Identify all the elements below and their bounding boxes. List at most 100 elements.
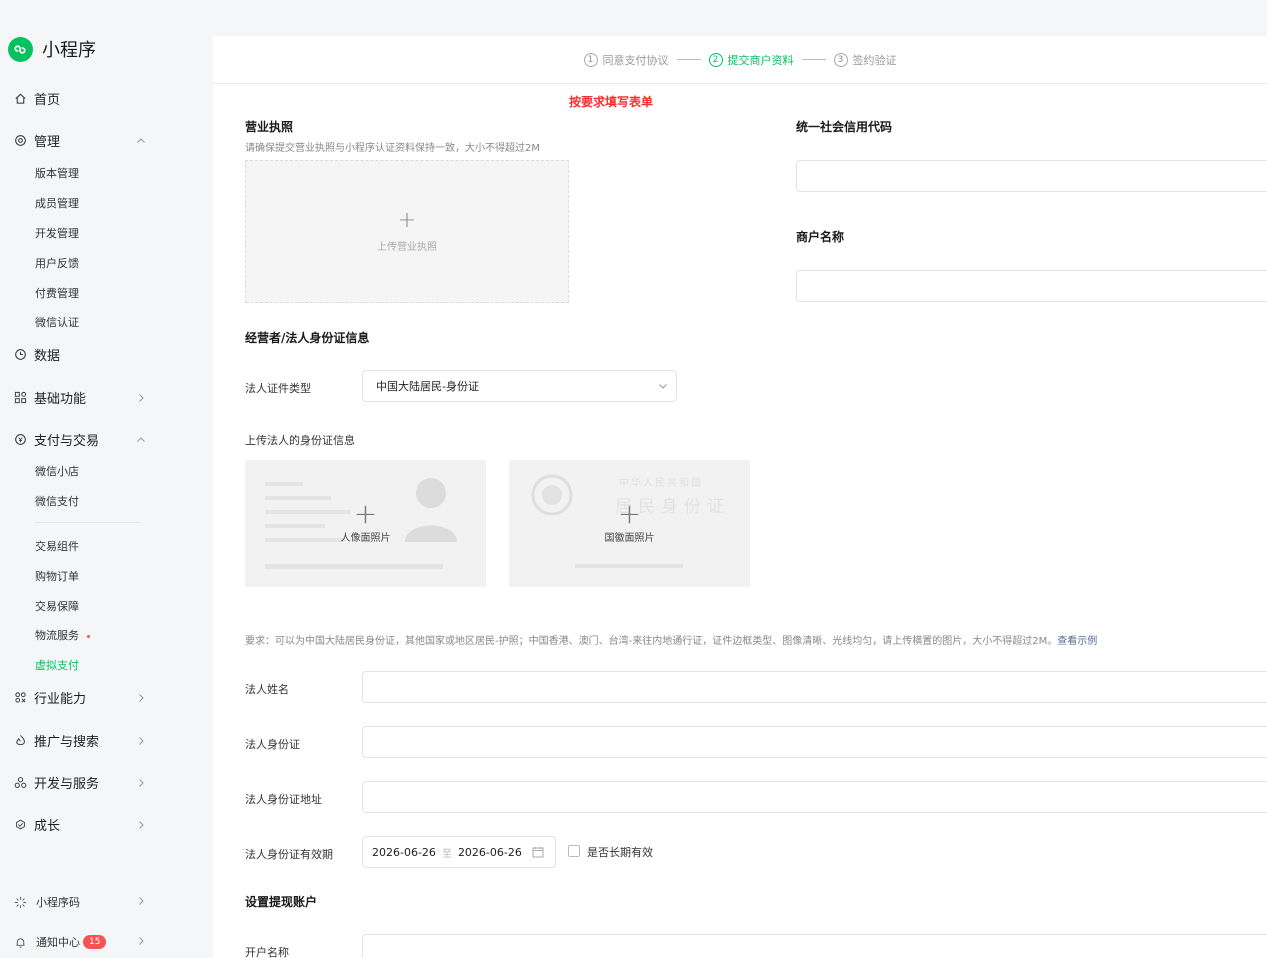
nav-industry[interactable]: 行业能力 <box>14 688 146 707</box>
brand-title: 小程序 <box>42 40 96 61</box>
chevron-up-icon <box>136 136 146 146</box>
long-term-checkbox[interactable] <box>568 845 580 857</box>
nav-home[interactable]: 首页 <box>14 89 146 108</box>
license-upload-box[interactable]: + 上传营业执照 <box>245 160 569 303</box>
step-1: 1 同意支付协议 <box>583 52 669 68</box>
id-type-value: 中国大陆居民-身份证 <box>376 380 479 393</box>
plus-icon: + <box>397 208 417 233</box>
id-emblem-upload[interactable]: 中华人民共和国 居民身份证 + 国徽面照片 <box>509 460 750 587</box>
sidebar-item-feedback[interactable]: 用户反馈 <box>35 255 79 271</box>
nav-data[interactable]: 数据 <box>14 345 146 364</box>
account-name-label: 开户名称 <box>245 946 289 958</box>
license-hint: 请确保提交营业执照与小程序认证资料保持一致，大小不得超过2M <box>245 143 540 154</box>
legal-name-label: 法人姓名 <box>245 683 289 696</box>
view-example-link[interactable]: 查看示例 <box>1057 636 1097 647</box>
withdraw-section-title: 设置提现账户 <box>245 895 318 909</box>
step-3-number: 3 <box>833 52 848 67</box>
settings-icon <box>14 134 27 147</box>
id-portrait-upload[interactable]: + 人像面照片 <box>245 460 486 587</box>
nav-manage[interactable]: 管理 <box>14 131 146 150</box>
date-start: 2026-06-26 <box>372 845 436 859</box>
credit-code-input[interactable] <box>796 160 1267 192</box>
sidebar-item-version[interactable]: 版本管理 <box>35 165 79 181</box>
nav-promo-label: 推广与搜索 <box>34 735 100 750</box>
step-2: 2 提交商户资料 <box>708 52 794 68</box>
chevron-right-icon <box>136 693 146 703</box>
nav-qrcode-label: 小程序码 <box>36 896 80 909</box>
brand: 小程序 <box>8 36 96 62</box>
sidebar-item-wechat-auth[interactable]: 微信认证 <box>35 314 79 330</box>
step-2-number: 2 <box>708 52 723 67</box>
id-emblem-label: 国徽面照片 <box>604 533 655 544</box>
plus-icon: + <box>617 497 642 530</box>
nav-data-label: 数据 <box>34 349 61 364</box>
id-type-label: 法人证件类型 <box>245 382 311 395</box>
sidebar-item-logistics-label: 物流服务 <box>35 629 79 642</box>
sidebar-item-dev[interactable]: 开发管理 <box>35 225 79 241</box>
nav-notify[interactable]: 通知中心 15 <box>14 934 146 950</box>
nav-basic[interactable]: 基础功能 <box>14 388 146 407</box>
chevron-right-icon <box>136 736 146 746</box>
industry-icon <box>14 691 27 704</box>
id-requirement: 要求：可以为中国大陆居民身份证，其他国家或地区居民-护照；中国香港、澳门、台湾-… <box>245 632 1245 647</box>
license-title: 营业执照 <box>245 120 294 134</box>
merchant-name-label: 商户名称 <box>796 230 845 244</box>
id-portrait-center: + 人像面照片 <box>245 460 486 587</box>
legal-id-label: 法人身份证 <box>245 738 300 751</box>
nav-qrcode[interactable]: 小程序码 <box>14 894 146 910</box>
merchant-name-input[interactable] <box>796 270 1267 302</box>
chevron-up-icon <box>136 435 146 445</box>
sidebar-item-wechat-shop[interactable]: 微信小店 <box>35 463 79 479</box>
nav-promo[interactable]: 推广与搜索 <box>14 731 146 750</box>
sidebar-item-wechat-pay[interactable]: 微信支付 <box>35 493 79 509</box>
step-2-label: 提交商户资料 <box>727 53 794 67</box>
legal-validity-label: 法人身份证有效期 <box>245 848 333 861</box>
nav-devservice-label: 开发与服务 <box>34 777 100 792</box>
step-3: 3 签约验证 <box>833 52 897 68</box>
chevron-down-icon <box>658 381 668 394</box>
chevron-right-icon <box>136 820 146 830</box>
credit-code-label: 统一社会信用代码 <box>796 120 893 134</box>
sidebar-item-trade-guarantee[interactable]: 交易保障 <box>35 598 79 614</box>
account-name-input[interactable] <box>362 934 1267 958</box>
date-separator: 至 <box>441 848 452 860</box>
new-dot <box>87 634 90 638</box>
sidebar-item-members[interactable]: 成员管理 <box>35 195 79 211</box>
id-portrait-label: 人像面照片 <box>340 533 391 544</box>
chevron-right-icon <box>136 393 146 403</box>
step-1-number: 1 <box>583 52 598 67</box>
calendar-icon <box>532 846 544 858</box>
legal-name-input[interactable] <box>362 671 1267 703</box>
step-1-label: 同意支付协议 <box>602 53 669 67</box>
step-connector <box>801 59 826 60</box>
step-indicator: 1 同意支付协议 2 提交商户资料 3 签约验证 <box>213 36 1267 84</box>
nav-growth[interactable]: 成长 <box>14 815 146 834</box>
legal-id-input[interactable] <box>362 726 1267 758</box>
nav-devservice[interactable]: 开发与服务 <box>14 773 146 792</box>
notify-count-badge: 15 <box>83 935 107 949</box>
id-emblem-center: + 国徽面照片 <box>509 460 750 587</box>
nav-growth-label: 成长 <box>34 819 61 834</box>
sidebar: 小程序 首页 管理 版本管理 成员管理 开发管理 用户反馈 付费管理 微信认证 … <box>0 0 213 958</box>
sidebar-item-billing[interactable]: 付费管理 <box>35 285 79 301</box>
nav-pay-label: 支付与交易 <box>34 434 100 449</box>
legal-section-title: 经营者/法人身份证信息 <box>245 331 370 345</box>
validity-date-range[interactable]: 2026-06-26 至 2026-06-26 <box>362 836 556 868</box>
id-type-select[interactable]: 中国大陆居民-身份证 <box>362 370 677 402</box>
plus-icon: + <box>353 497 378 530</box>
nav-pay[interactable]: 支付与交易 <box>14 430 146 449</box>
license-upload-label: 上传营业执照 <box>377 242 437 253</box>
legal-address-input[interactable] <box>362 781 1267 813</box>
sidebar-item-logistics[interactable]: 物流服务 <box>35 627 90 643</box>
chevron-right-icon <box>136 936 146 949</box>
sidebar-item-virtual-pay[interactable]: 虚拟支付 <box>35 657 79 673</box>
sidebar-item-orders[interactable]: 购物订单 <box>35 568 79 584</box>
date-end: 2026-06-26 <box>457 845 522 859</box>
sidebar-item-trade-component[interactable]: 交易组件 <box>35 538 79 554</box>
home-icon <box>14 92 27 105</box>
nodes-icon <box>14 776 27 789</box>
clock-icon <box>14 348 27 361</box>
legal-address-label: 法人身份证地址 <box>245 793 322 806</box>
flame-icon <box>14 734 27 747</box>
main-panel: 1 同意支付协议 2 提交商户资料 3 签约验证 按要求填写表单 营业执照 请确… <box>213 36 1267 958</box>
